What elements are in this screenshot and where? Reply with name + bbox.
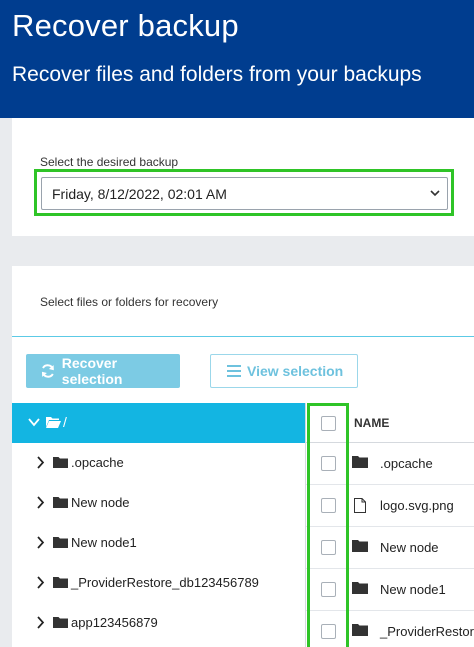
- file-icon: [354, 498, 366, 513]
- chevron-right-icon[interactable]: [36, 536, 45, 549]
- chevron-down-icon[interactable]: [28, 417, 40, 427]
- recover-selection-button[interactable]: Recover selection: [26, 354, 180, 388]
- backup-select-value: Friday, 8/12/2022, 02:01 AM: [52, 186, 227, 202]
- folder-icon: [352, 456, 368, 468]
- folder-icon: [53, 577, 68, 588]
- backup-select-card: Select the desired backup Friday, 8/12/2…: [12, 118, 474, 236]
- tree-item[interactable]: app123456879: [12, 603, 305, 643]
- name-column-header[interactable]: NAME: [354, 416, 389, 430]
- file-name: New node: [380, 540, 439, 555]
- tree-item-label: .opcache: [71, 455, 124, 470]
- tree-root-node[interactable]: /: [12, 403, 305, 443]
- file-name: .opcache: [380, 456, 433, 471]
- folder-icon: [352, 540, 368, 552]
- chevron-right-icon[interactable]: [36, 496, 45, 509]
- view-selection-label: View selection: [247, 363, 344, 379]
- view-selection-button[interactable]: View selection: [210, 354, 358, 388]
- chevron-right-icon[interactable]: [36, 616, 45, 629]
- backup-select-dropdown[interactable]: Friday, 8/12/2022, 02:01 AM: [41, 177, 448, 210]
- chevron-right-icon[interactable]: [36, 576, 45, 589]
- page-title: Recover backup: [12, 8, 239, 43]
- tree-item[interactable]: _ProviderRestore_db123456789: [12, 563, 305, 603]
- backup-select-label: Select the desired backup: [40, 155, 179, 169]
- tree-item-label: app123456879: [71, 615, 158, 630]
- checkbox-column-highlight: [307, 403, 349, 647]
- folder-icon: [352, 582, 368, 594]
- section-divider: [12, 336, 474, 337]
- chevron-right-icon[interactable]: [36, 456, 45, 469]
- tree-item[interactable]: .opcache: [12, 443, 305, 483]
- refresh-icon: [41, 364, 54, 378]
- folder-icon: [53, 617, 68, 628]
- chevron-down-icon: [430, 190, 440, 197]
- tree-item-label: _ProviderRestore_db123456789: [71, 575, 259, 590]
- files-card: Select files or folders for recovery Rec…: [12, 266, 474, 647]
- file-name: logo.svg.png: [380, 498, 454, 513]
- tree-item-label: New node1: [71, 535, 137, 550]
- tree-item[interactable]: New node: [12, 483, 305, 523]
- folder-open-icon: [46, 417, 61, 428]
- folder-icon: [53, 457, 68, 468]
- folder-tree: / .opcache New node New node1 _ProviderR…: [12, 403, 305, 647]
- tree-item-label: New node: [71, 495, 130, 510]
- page-subtitle: Recover files and folders from your back…: [12, 63, 422, 86]
- folder-icon: [352, 624, 368, 636]
- page-header: Recover backup Recover files and folders…: [0, 0, 474, 118]
- file-name: New node1: [380, 582, 446, 597]
- folder-icon: [53, 537, 68, 548]
- list-icon: [227, 365, 241, 377]
- folder-icon: [53, 497, 68, 508]
- tree-root-label: /: [63, 414, 67, 430]
- tree-item[interactable]: New node1: [12, 523, 305, 563]
- file-name: _ProviderRestore: [380, 624, 474, 639]
- recover-selection-label: Recover selection: [61, 355, 123, 387]
- files-select-label: Select files or folders for recovery: [40, 295, 219, 309]
